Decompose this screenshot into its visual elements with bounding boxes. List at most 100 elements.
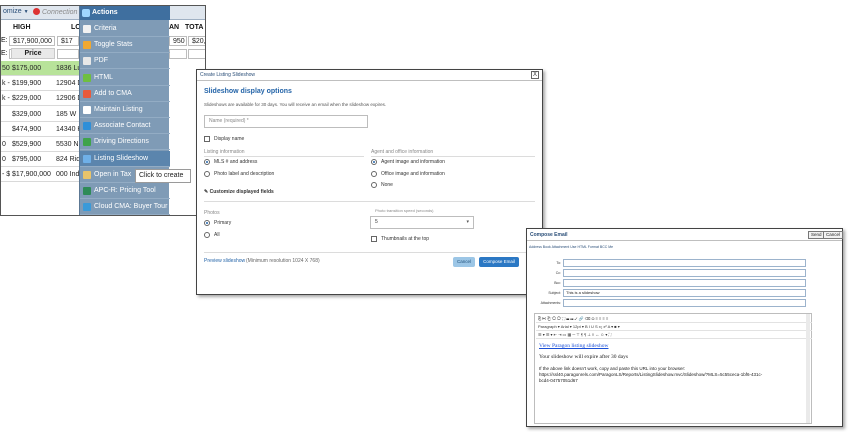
speed-label: Photo transition speed (seconds) xyxy=(375,208,434,213)
menu-item-label: APC-R: Pricing Tool xyxy=(94,187,156,194)
menu-item-label: Add to CMA xyxy=(94,89,132,97)
row-price: $175,000 xyxy=(12,65,42,72)
menu-item-pdf[interactable]: PDF xyxy=(80,53,170,70)
row-prefix: k - xyxy=(2,95,10,103)
chevron-down-icon: ▼ xyxy=(23,9,29,15)
row-price: $229,000 xyxy=(12,95,42,103)
slideshow-name-input[interactable]: Name (required) * xyxy=(204,115,368,128)
all-photos-radio[interactable] xyxy=(204,232,210,238)
row-price: $795,000 xyxy=(12,156,42,164)
row-address: 000 Ind xyxy=(56,171,80,179)
listing-grid-panel: omize ▼ Connection HIGH LO AN TOTA E: $1… xyxy=(0,5,206,216)
photos-label: Photos xyxy=(204,210,220,216)
menu-item-label: Cloud CMA: Buyer Tour xyxy=(94,203,168,211)
menu-item-toggle-stats[interactable]: Toggle Stats xyxy=(80,37,170,54)
email-field[interactable] xyxy=(563,279,806,287)
editor-toolbar[interactable]: Paragraph ▾ Arial ▾ 12pt ▾ B I U S x₂ x²… xyxy=(536,323,812,331)
row-prefix: k - xyxy=(2,80,10,88)
table-row[interactable]: $329,000 185 W xyxy=(1,107,81,122)
pdf-icon xyxy=(83,57,91,66)
table-row[interactable]: 0 $795,000 824 Rid xyxy=(1,152,81,168)
actions-menu-header[interactable]: Actions xyxy=(80,6,170,20)
email-editor[interactable]: ⎘ ✂ ⎗ ⟲ ⟳ ⛶ ☰ ☷ ✓ 🔗 ⌫ Ω ≡ ≡ ≡ ≡ Paragrap… xyxy=(534,313,812,424)
check-icon xyxy=(83,73,91,82)
row-address: 14340 H xyxy=(56,125,81,133)
slideshow-url-cont: bcd4-04757051d67 xyxy=(539,378,578,383)
table-row[interactable]: k - $199,900 12904 D xyxy=(1,76,81,92)
menu-item-associate-contact[interactable]: Associate Contact xyxy=(80,118,170,135)
office-info-radio[interactable] xyxy=(371,171,377,177)
table-row[interactable]: 0 $529,900 5530 N xyxy=(1,137,81,152)
email-field[interactable] xyxy=(563,299,806,307)
scrollbar[interactable] xyxy=(806,314,810,423)
menu-item-driving-directions[interactable]: Driving Directions xyxy=(80,134,170,151)
menu-item-label: PDF xyxy=(94,57,108,65)
email-tools[interactable]: Address Book Attachment Use HTML Format … xyxy=(529,245,613,249)
divider xyxy=(204,156,364,157)
actions-icon xyxy=(82,9,90,17)
menu-item-add-to-cma[interactable]: Add to CMA xyxy=(80,86,170,102)
row-address: 185 W xyxy=(56,110,77,118)
menu-item-apc-r-pricing-tool[interactable]: APC-R: Pricing Tool xyxy=(80,183,170,199)
pricing-icon xyxy=(83,187,91,195)
agent-info-radio[interactable] xyxy=(371,159,377,165)
checkbox-icon xyxy=(83,106,91,114)
divider xyxy=(204,201,535,202)
email-field[interactable]: This is a slideshow xyxy=(563,289,806,297)
row-prefix: 0 xyxy=(2,156,6,164)
dialog-heading: Slideshow display options xyxy=(204,88,292,95)
bar-chart-icon xyxy=(83,41,91,50)
photo-label-radio[interactable] xyxy=(204,171,210,177)
customize-fields-link[interactable]: ✎ Customize displayed fields xyxy=(204,189,274,195)
menu-item-maintain-listing[interactable]: Maintain Listing xyxy=(80,102,170,118)
editor-toolbar[interactable]: ☰ ▾ ☰ ▾ ⇤ ⇥ ▭ ▦ ─ ⊤ ¶ ¶ ⊥ ◊ ↔ ☺ ▾ ⛶ xyxy=(536,331,812,339)
thumbnails-checkbox[interactable] xyxy=(371,236,377,242)
slideshow-url: https://ssl40.paragonrels.com/ParagonLS/… xyxy=(539,372,763,377)
stat-row-label: E: xyxy=(1,50,8,57)
editor-toolbar[interactable]: ⎘ ✂ ⎗ ⟲ ⟳ ⛶ ☰ ☷ ✓ 🔗 ⌫ Ω ≡ ≡ ≡ ≡ xyxy=(536,315,812,323)
table-row[interactable]: k - $229,000 12906 D xyxy=(1,91,81,107)
customize-menu[interactable]: omize ▼ xyxy=(3,8,29,15)
menu-item-cloud-cma-buyer-tour[interactable]: Cloud CMA: Buyer Tour xyxy=(80,199,170,215)
none-radio[interactable] xyxy=(371,182,377,188)
menu-item-html[interactable]: HTML xyxy=(80,70,170,86)
stat-cell: $17,900,000 xyxy=(9,36,55,46)
row-price: $199,900 xyxy=(12,80,42,88)
thumbnails-label: Thumbnails at the top xyxy=(381,236,430,242)
expire-text: Your slideshow will expire after 30 days xyxy=(539,354,628,360)
table-row[interactable]: $474,900 14340 H xyxy=(1,122,81,137)
menu-item-criteria[interactable]: Criteria xyxy=(80,21,170,37)
connection-label: Connection xyxy=(42,9,78,16)
price-column-header[interactable]: Price xyxy=(11,48,55,59)
display-name-checkbox[interactable] xyxy=(204,136,210,142)
speed-select[interactable]: 5 ▾ xyxy=(370,216,474,229)
row-price: $529,900 xyxy=(12,141,42,148)
stat-cell xyxy=(169,49,187,59)
slideshow-link[interactable]: View Paragon listing slideshow xyxy=(539,343,608,349)
table-row[interactable]: - $ $17,900,000 000 Ind xyxy=(1,167,81,183)
fallback-text: If the above link doesn't work, copy and… xyxy=(539,366,686,371)
row-prefix: 50 xyxy=(2,65,10,72)
menu-item-listing-slideshow[interactable]: Listing Slideshow xyxy=(80,150,170,167)
cancel-button[interactable]: Cancel xyxy=(823,231,844,239)
menu-item-label: Associate Contact xyxy=(94,122,151,130)
close-icon[interactable]: X xyxy=(531,71,539,79)
stat-header-median: AN xyxy=(169,24,180,31)
contact-icon xyxy=(83,122,91,131)
car-icon xyxy=(83,138,91,147)
slideshow-dialog: Create Listing Slideshow X Slideshow dis… xyxy=(196,69,543,295)
compose-email-button[interactable]: Compose Email xyxy=(479,257,519,267)
preview-slideshow-link[interactable]: Preview slideshow xyxy=(204,258,245,264)
stat-cell xyxy=(57,49,79,59)
field-label: To: xyxy=(556,261,561,265)
email-field[interactable] xyxy=(563,259,806,267)
email-field[interactable] xyxy=(563,269,806,277)
table-row[interactable]: 50 $175,000 1836 Lu xyxy=(1,61,81,76)
connection-menu[interactable]: Connection xyxy=(33,8,77,16)
tooltip: Click to create xyxy=(135,169,191,183)
document-icon xyxy=(83,25,91,33)
mls-address-radio[interactable] xyxy=(204,159,210,165)
cancel-button[interactable]: Cancel xyxy=(453,257,475,267)
preview-note: (Minimum resolution 1024 X 768) xyxy=(246,258,320,264)
primary-photo-radio[interactable] xyxy=(204,220,210,226)
